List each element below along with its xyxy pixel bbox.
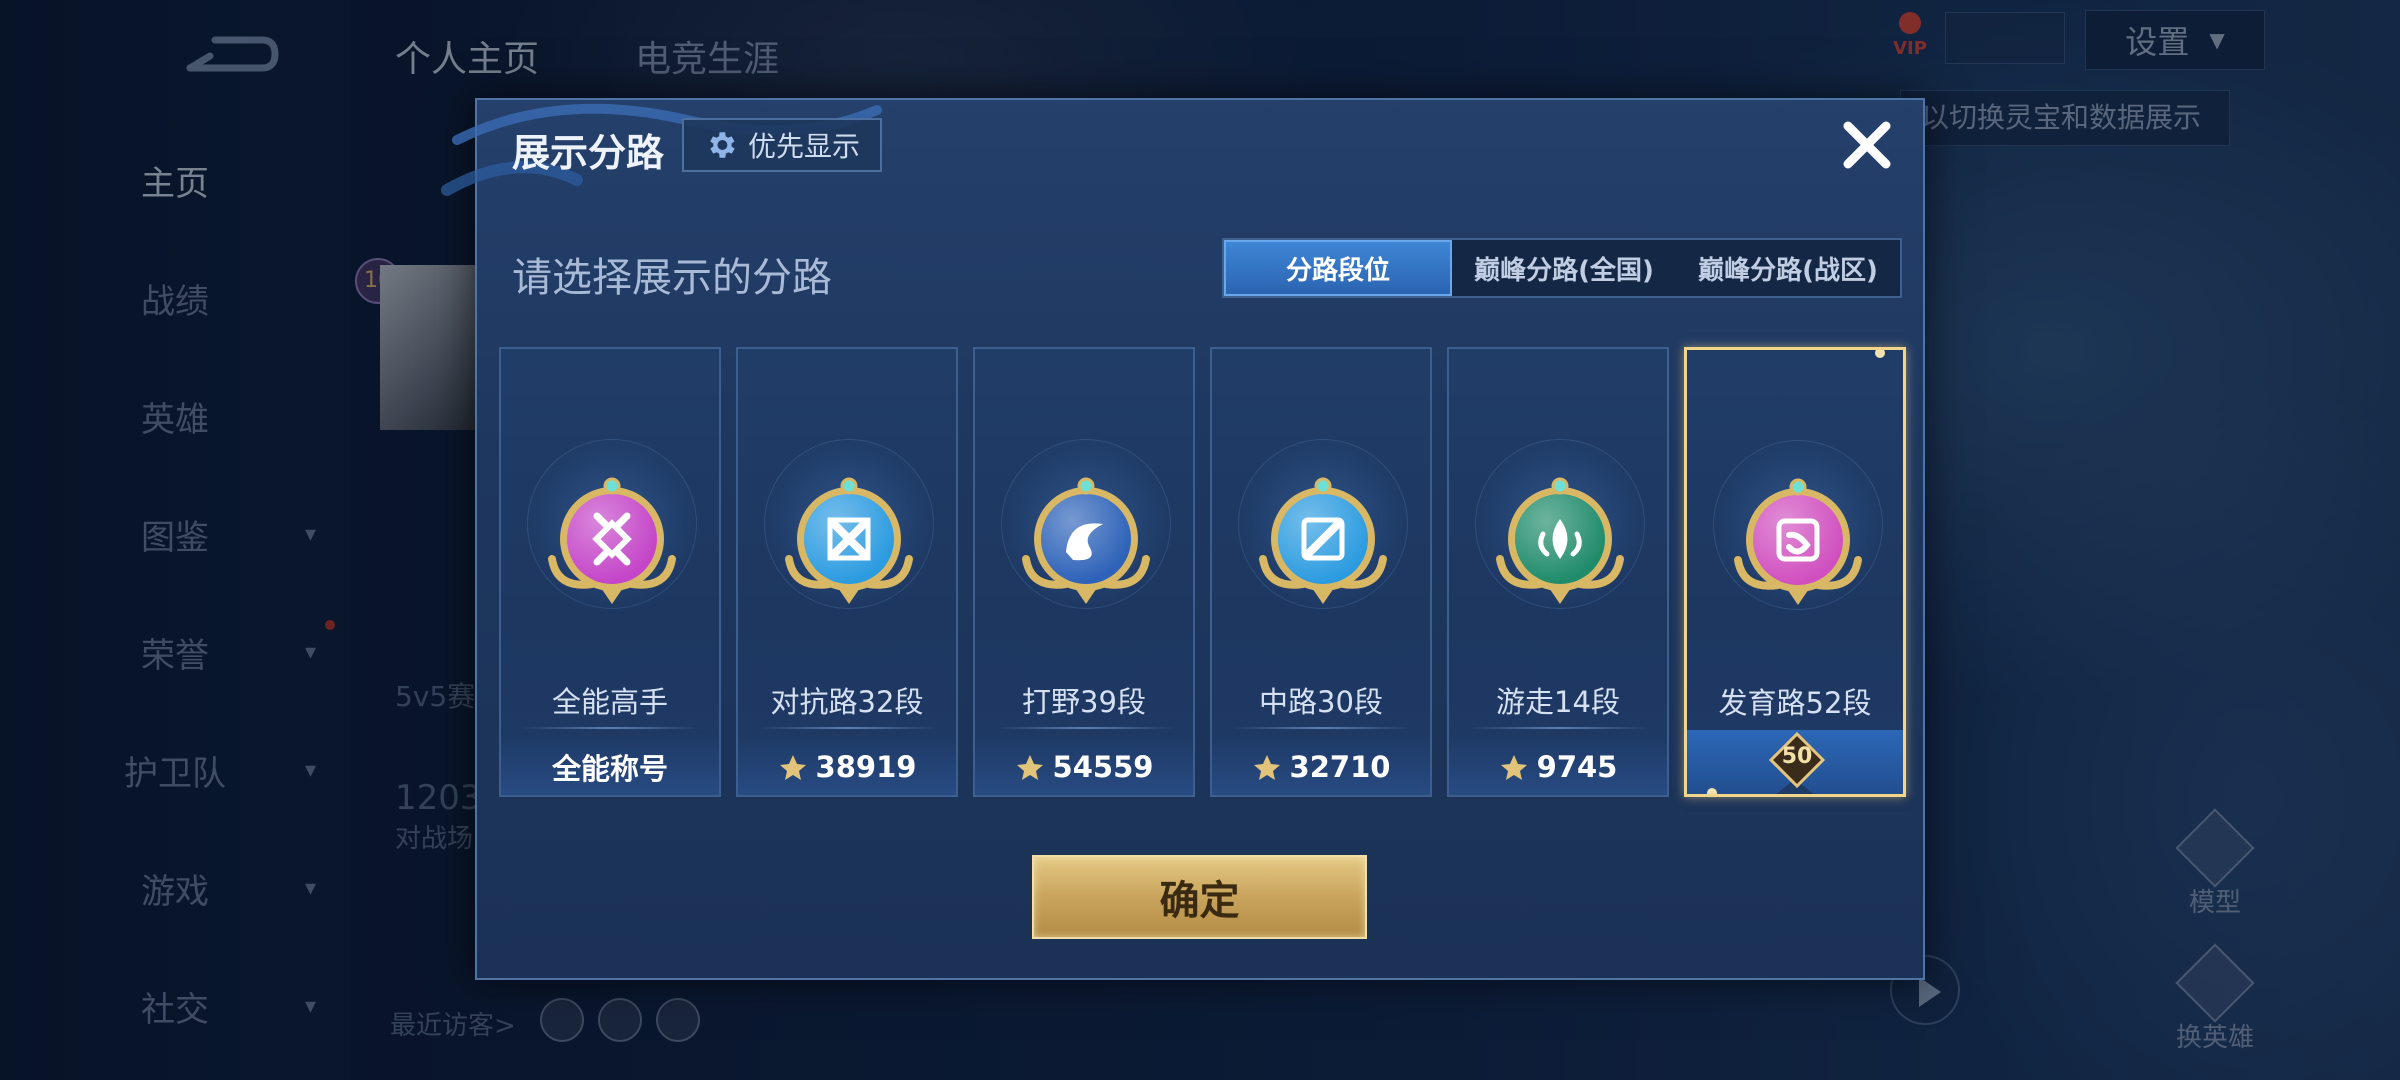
- gear-icon: [710, 132, 735, 158]
- lane-card[interactable]: 全能高手 全能称号: [499, 347, 721, 797]
- lane-card-value: 32710: [1289, 749, 1391, 784]
- lane-display-dialog: 展示分路 优先显示 请选择展示的分路 分路段位 巅峰分路(全国) 巅峰分路(战区…: [441, 98, 1925, 980]
- lane-card-title: 打野39段: [1022, 685, 1146, 719]
- lane-card-title: 发育路52段: [1718, 686, 1872, 720]
- lane-card-list: 全能高手 全能称号 对抗路32段 38919 打野39段 54559 中路30段 32710 游…: [499, 347, 1909, 797]
- rank-badge-number: 50: [1781, 744, 1813, 769]
- card-divider: [1232, 727, 1412, 729]
- lane-card-title: 全能高手: [551, 685, 668, 719]
- roam-icon: [1485, 464, 1635, 614]
- clash-lane-icon: [774, 464, 924, 614]
- star-points-icon: [1015, 752, 1045, 782]
- priority-display-button[interactable]: 优先显示: [682, 118, 882, 172]
- lane-card-footer: 54559: [975, 734, 1193, 795]
- lane-card-value: 54559: [1052, 749, 1154, 784]
- jungle-icon: [1011, 464, 1161, 614]
- lane-card[interactable]: 对抗路32段 38919: [736, 347, 958, 797]
- star-points-icon: [778, 752, 808, 782]
- lane-card[interactable]: 发育路52段 50: [1684, 347, 1906, 797]
- card-divider: [1469, 727, 1649, 729]
- lane-card-title: 对抗路32段: [770, 685, 924, 719]
- lane-card-footer: 9745: [1449, 734, 1667, 795]
- lane-card[interactable]: 中路30段 32710: [1210, 347, 1432, 797]
- lane-card-value: 9745: [1536, 749, 1618, 784]
- lane-card[interactable]: 游走14段 9745: [1447, 347, 1669, 797]
- farm-lane-icon: [1723, 465, 1873, 615]
- tab-peak-lane-region[interactable]: 巅峰分路(战区): [1676, 240, 1900, 296]
- close-icon[interactable]: [1832, 110, 1902, 180]
- dialog-title: 展示分路: [512, 131, 665, 175]
- dialog-subtitle: 请选择展示的分路: [512, 255, 832, 301]
- card-divider: [995, 727, 1175, 729]
- lane-card-footer: 全能称号: [501, 734, 719, 795]
- tab-lane-rank[interactable]: 分路段位: [1224, 240, 1452, 296]
- card-divider: [758, 727, 938, 729]
- lane-mode-tabs: 分路段位 巅峰分路(全国) 巅峰分路(战区): [1222, 238, 1902, 298]
- confirm-button[interactable]: 确定: [1032, 855, 1367, 939]
- rank-badge: 50: [1767, 730, 1827, 790]
- lane-card-title: 游走14段: [1496, 685, 1620, 719]
- lane-card-value: 38919: [815, 749, 917, 784]
- corner-dot: [1875, 350, 1885, 358]
- allround-icon: [537, 464, 687, 614]
- tab-peak-lane-national[interactable]: 巅峰分路(全国): [1452, 240, 1676, 296]
- corner-dot: [1707, 788, 1717, 794]
- star-points-icon: [1252, 752, 1282, 782]
- star-points-icon: [1499, 752, 1529, 782]
- mid-lane-icon: [1248, 464, 1398, 614]
- lane-card-footer: 38919: [738, 734, 956, 795]
- card-divider: [521, 727, 701, 729]
- lane-card-value: 全能称号: [551, 751, 668, 786]
- lane-card-footer: 32710: [1212, 734, 1430, 795]
- priority-display-label: 优先显示: [747, 130, 860, 163]
- lane-card-title: 中路30段: [1259, 685, 1383, 719]
- lane-card[interactable]: 打野39段 54559: [973, 347, 1195, 797]
